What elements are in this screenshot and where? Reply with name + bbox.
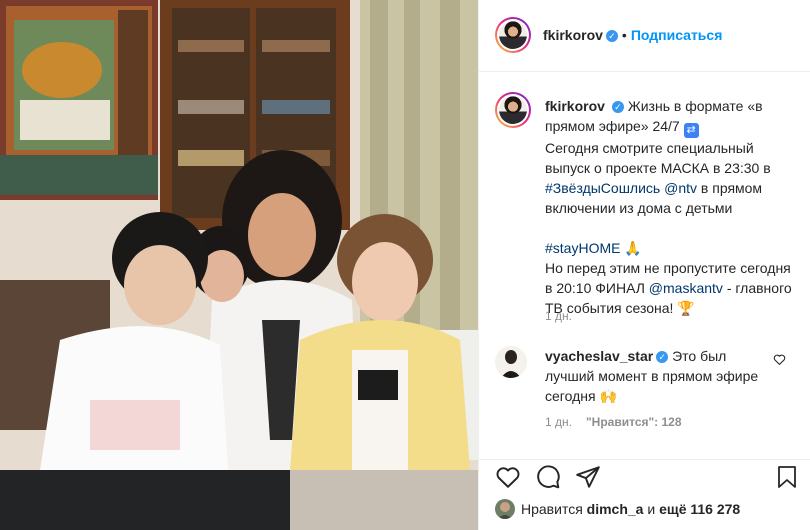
photo-illustration [0, 0, 478, 530]
comment-meta: 1 дн. "Нравится": 128 [545, 415, 682, 429]
post-side-panel: fkirkorov ✓ • Подписаться fkirkorov ✓ Жизнь … [478, 0, 810, 530]
comment-icon[interactable] [535, 464, 561, 490]
author-avatar[interactable] [495, 17, 531, 53]
liker-avatar[interactable] [495, 499, 515, 519]
caption-avatar[interactable] [495, 92, 531, 128]
trophy-emoji-icon: 🏆 [677, 300, 695, 316]
comment: vyacheslav_star ✓ Это был лучший момент в… [545, 346, 767, 406]
caption: fkirkorov ✓ Жизнь в формате «в прямом эфи… [545, 96, 795, 318]
header-separator: • [621, 27, 627, 43]
comment-username[interactable]: vyacheslav_star [545, 348, 653, 364]
mention-link[interactable]: @ntv [664, 180, 697, 196]
caption-username[interactable]: fkirkorov [545, 98, 605, 114]
repeat-emoji-icon: ⇄ [683, 123, 699, 138]
raised-hands-emoji-icon: 🙌 [599, 388, 617, 404]
praying-hands-emoji-icon: 🙏 [624, 240, 642, 256]
header-line: fkirkorov ✓ • Подписаться [543, 27, 722, 45]
paper-plane-icon[interactable] [575, 464, 601, 490]
liker-avatar-image [495, 499, 515, 519]
follow-button[interactable]: Подписаться [631, 27, 723, 43]
header-username[interactable]: fkirkorov [543, 27, 603, 43]
comment-heart-icon[interactable] [773, 353, 786, 366]
hashtag-link[interactable]: #ЗвёздыСошлись [545, 180, 660, 196]
verified-badge-icon: ✓ [605, 30, 618, 42]
likes-summary: Нравится dimch_a и ещё 116 278 [521, 501, 740, 517]
bookmark-icon[interactable] [775, 464, 799, 490]
verified-badge-icon: ✓ [611, 101, 624, 113]
liker-username[interactable]: dimch_a [587, 501, 644, 517]
heart-icon[interactable] [495, 464, 521, 490]
likes-middle: и [647, 501, 656, 517]
post-header: fkirkorov ✓ • Подписаться [479, 0, 810, 72]
mention-link[interactable]: @maskantv [649, 280, 723, 296]
likes-prefix: Нравится [521, 501, 583, 517]
caption-time[interactable]: 1 дн. [545, 309, 572, 323]
comment-time[interactable]: 1 дн. [545, 415, 572, 429]
commenter-avatar-image [495, 346, 527, 378]
hashtag-link[interactable]: #stayHOME [545, 240, 620, 256]
post-photo[interactable] [0, 0, 478, 530]
verified-badge-icon: ✓ [656, 351, 669, 363]
commenter-avatar[interactable] [495, 346, 527, 378]
comment-likes[interactable]: "Нравится": 128 [586, 415, 682, 429]
caption-text-2: Сегодня смотрите специальный выпуск о пр… [545, 140, 771, 176]
likes-count[interactable]: ещё 116 278 [659, 501, 740, 517]
